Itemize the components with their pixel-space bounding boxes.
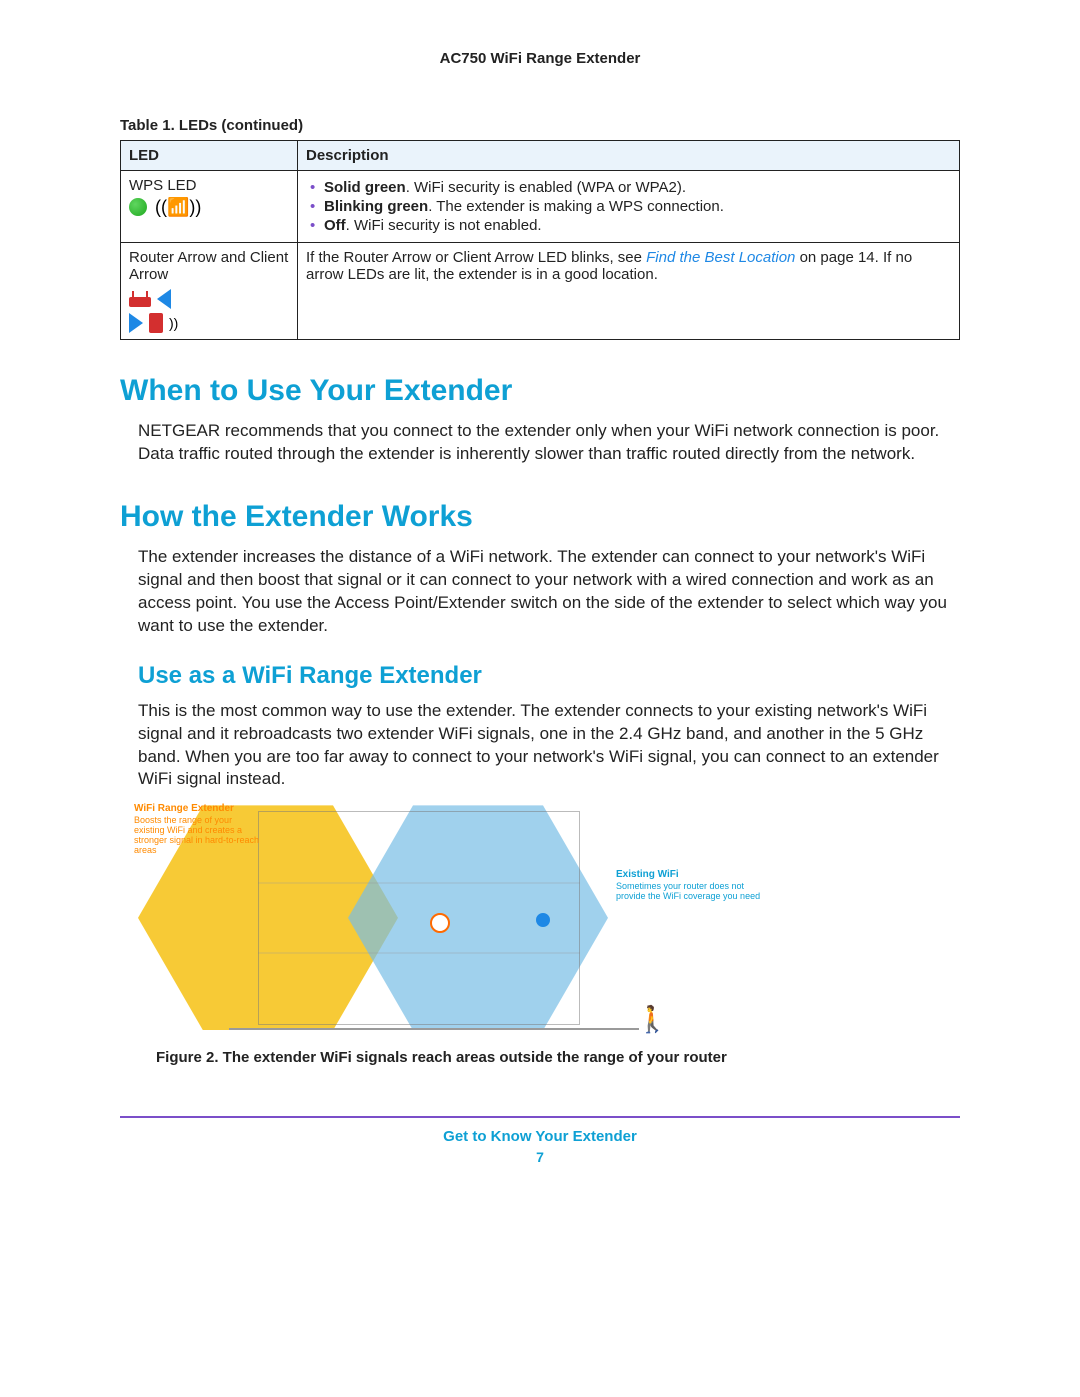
section-body: The extender increases the distance of a…: [120, 546, 960, 638]
footer-page-number: 7: [120, 1149, 960, 1165]
figure-diagram: 🚶 WiFi Range Extender Boosts the range o…: [138, 805, 768, 1035]
section-subheading-use-as-extender: Use as a WiFi Range Extender: [120, 662, 960, 690]
led-name: Router Arrow and Client Arrow: [129, 249, 288, 283]
list-item: Solid green. WiFi security is enabled (W…: [324, 179, 951, 196]
list-item: Blinking green. The extender is making a…: [324, 198, 951, 215]
client-device-icon: [149, 313, 163, 333]
table-header-led: LED: [121, 141, 298, 171]
house-outline-icon: [258, 811, 580, 1025]
figure-label-extender: WiFi Range Extender Boosts the range of …: [134, 803, 264, 856]
led-cell-wps: WPS LED ((📶)): [121, 171, 298, 243]
led-table: LED Description WPS LED ((📶)) Solid gree…: [120, 140, 960, 340]
table-caption: Table 1. LEDs (continued): [120, 117, 960, 134]
green-dot-icon: [129, 198, 147, 216]
arrow-left-icon: [157, 289, 171, 309]
person-outside-icon: 🚶: [636, 1004, 668, 1035]
section-body: NETGEAR recommends that you connect to t…: [120, 420, 960, 466]
footer-chapter-title: Get to Know Your Extender: [120, 1128, 960, 1145]
section-heading-when-to-use: When to Use Your Extender: [120, 374, 960, 408]
section-body: This is the most common way to use the e…: [120, 700, 960, 792]
table-row: WPS LED ((📶)) Solid green. WiFi security…: [121, 171, 960, 243]
ground-line-icon: [229, 1028, 639, 1030]
wps-led-icons: ((📶)): [129, 198, 289, 216]
wps-bullet-list: Solid green. WiFi security is enabled (W…: [306, 179, 951, 234]
figure: 🚶 WiFi Range Extender Boosts the range o…: [138, 805, 960, 1066]
wps-signal-icon: ((📶)): [155, 198, 201, 216]
cross-ref-link[interactable]: Find the Best Location: [646, 249, 795, 266]
signal-waves-icon: )): [169, 315, 178, 331]
led-cell-arrows: Router Arrow and Client Arrow )): [121, 243, 298, 340]
led-desc-arrows: If the Router Arrow or Client Arrow LED …: [298, 243, 960, 340]
arrow-led-icons: )): [129, 289, 289, 333]
router-icon: [129, 297, 151, 307]
list-item: Off. WiFi security is not enabled.: [324, 217, 951, 234]
table-header-description: Description: [298, 141, 960, 171]
led-name: WPS LED: [129, 177, 197, 194]
page-footer: Get to Know Your Extender 7: [120, 1128, 960, 1165]
section-heading-how-works: How the Extender Works: [120, 500, 960, 534]
figure-label-existing-wifi: Existing WiFi Sometimes your router does…: [616, 869, 766, 902]
document-page: AC750 WiFi Range Extender Table 1. LEDs …: [0, 0, 1080, 1397]
table-row: Router Arrow and Client Arrow )): [121, 243, 960, 340]
led-desc-wps: Solid green. WiFi security is enabled (W…: [298, 171, 960, 243]
footer-rule: [120, 1116, 960, 1118]
figure-caption: Figure 2. The extender WiFi signals reac…: [156, 1049, 960, 1066]
document-header: AC750 WiFi Range Extender: [120, 50, 960, 67]
arrow-right-icon: [129, 313, 143, 333]
